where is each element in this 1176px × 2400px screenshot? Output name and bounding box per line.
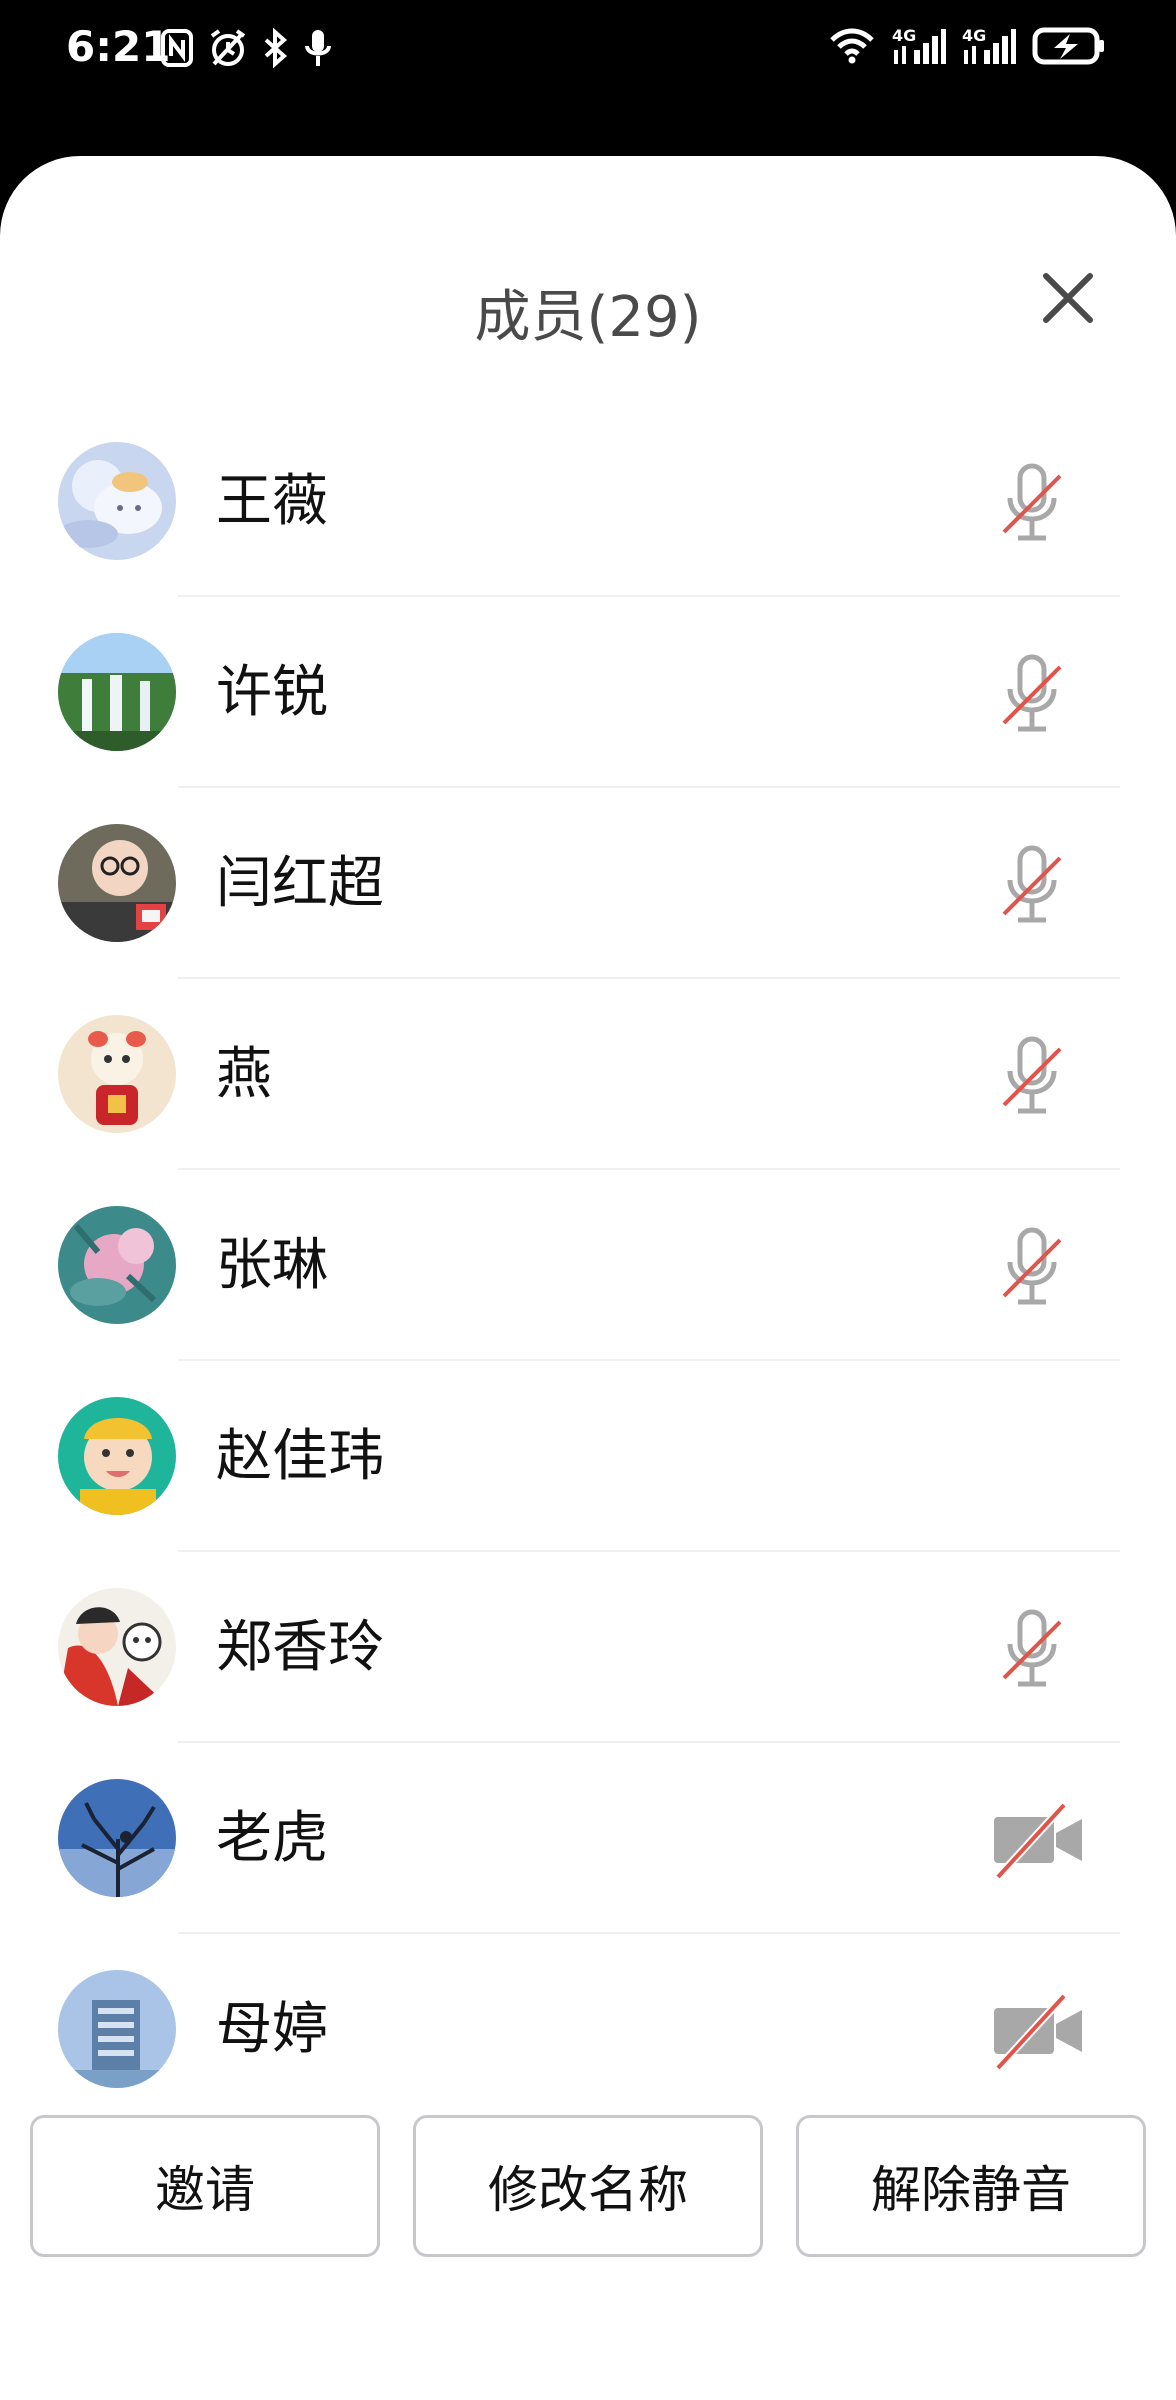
avatar [58, 1779, 176, 1897]
member-row[interactable]: 燕 [0, 979, 1176, 1170]
battery-charging-icon [1032, 27, 1104, 65]
video-off-icon[interactable] [986, 1982, 1090, 2078]
bottom-actions: 邀请 修改名称 解除静音 [30, 2115, 1146, 2261]
member-name: 许锐 [216, 660, 328, 725]
unmute-all-button[interactable]: 解除静音 [796, 2115, 1146, 2257]
close-button[interactable] [1032, 262, 1104, 334]
member-name: 郑香玲 [216, 1615, 384, 1680]
status-time: 6:21 [66, 22, 171, 71]
rename-button[interactable]: 修改名称 [413, 2115, 763, 2257]
status-right-icons: 4G 4G [828, 26, 1106, 66]
status-bar: 6:21 4G 4G [0, 0, 1176, 156]
microphone-icon [305, 30, 331, 66]
member-row[interactable]: 王薇 [0, 406, 1176, 597]
member-row[interactable]: 闫红超 [0, 788, 1176, 979]
member-name: 王薇 [216, 469, 328, 534]
mic-muted-icon[interactable] [984, 836, 1080, 932]
avatar [58, 1970, 176, 2088]
mic-muted-icon[interactable] [984, 645, 1080, 741]
avatar [58, 1397, 176, 1515]
member-name: 赵佳玮 [216, 1424, 384, 1489]
alarm-icon [210, 29, 246, 66]
sheet-title: 成员(29) [474, 285, 702, 350]
avatar [58, 1588, 176, 1706]
member-name: 母婷 [216, 1997, 328, 2062]
invite-button[interactable]: 邀请 [30, 2115, 380, 2257]
status-left-icons [160, 28, 332, 68]
avatar [58, 633, 176, 751]
member-row[interactable]: 许锐 [0, 597, 1176, 788]
bluetooth-icon [264, 28, 288, 68]
close-icon [1043, 273, 1093, 323]
avatar [58, 1206, 176, 1324]
member-row[interactable]: 郑香玲 [0, 1552, 1176, 1743]
member-name: 闫红超 [216, 851, 384, 916]
signal-4g-icon: 4G [892, 26, 946, 66]
video-off-icon[interactable] [986, 1791, 1090, 1887]
mic-muted-icon[interactable] [984, 1218, 1080, 1314]
member-name: 张琳 [216, 1233, 328, 1298]
wifi-icon [830, 28, 874, 64]
mic-muted-icon[interactable] [984, 454, 1080, 550]
mic-muted-icon[interactable] [984, 1027, 1080, 1123]
mic-muted-icon[interactable] [984, 1600, 1080, 1696]
avatar [58, 1015, 176, 1133]
nfc-icon [161, 29, 193, 67]
member-row[interactable]: 赵佳玮 [0, 1361, 1176, 1552]
member-row[interactable]: 母婷 [0, 1934, 1176, 2125]
avatar [58, 824, 176, 942]
member-list[interactable]: 王薇 许锐 闫红超 燕 张琳 赵佳玮 郑香玲 老虎 母婷 [0, 406, 1176, 2125]
members-sheet: 成员(29) 王薇 许锐 闫红超 燕 张琳 赵佳玮 郑香玲 老虎 母婷 [0, 156, 1176, 2400]
member-name: 燕 [216, 1042, 272, 1107]
member-row[interactable]: 张琳 [0, 1170, 1176, 1361]
member-row[interactable]: 老虎 [0, 1743, 1176, 1934]
signal-4g-icon: 4G [962, 26, 1016, 66]
avatar [58, 442, 176, 560]
member-name: 老虎 [216, 1806, 328, 1871]
